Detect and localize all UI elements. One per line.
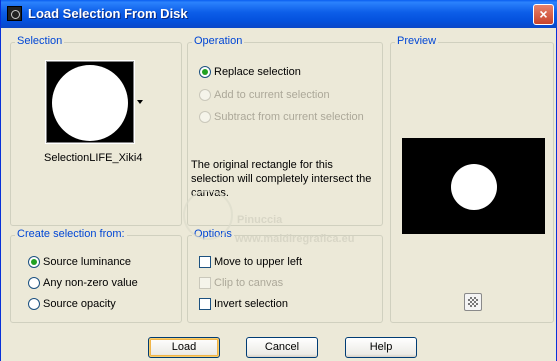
app-icon — [7, 6, 22, 21]
selection-name: SelectionLIFE_Xiki4 — [44, 152, 143, 164]
replace-selection-radio[interactable] — [199, 66, 211, 78]
replace-selection-label[interactable]: Replace selection — [214, 66, 301, 78]
close-button[interactable]: × — [533, 4, 554, 25]
add-to-selection-radio[interactable] — [199, 89, 211, 101]
load-button[interactable]: Load — [148, 337, 220, 358]
add-to-selection-label[interactable]: Add to current selection — [214, 89, 330, 101]
clip-to-canvas-checkbox[interactable] — [199, 277, 211, 289]
clip-to-canvas-label[interactable]: Clip to canvas — [214, 277, 283, 289]
create-from-group-label: Create selection from: — [15, 228, 127, 240]
title-bar[interactable]: Load Selection From Disk × — [1, 0, 557, 28]
help-button[interactable]: Help — [345, 337, 417, 358]
move-upper-left-label[interactable]: Move to upper left — [214, 256, 302, 268]
any-nonzero-radio[interactable] — [28, 277, 40, 289]
preview-group-label: Preview — [395, 35, 439, 47]
selection-thumbnail[interactable] — [45, 60, 135, 144]
subtract-selection-label[interactable]: Subtract from current selection — [214, 111, 364, 123]
source-luminance-radio[interactable] — [28, 256, 40, 268]
invert-selection-checkbox[interactable] — [199, 298, 211, 310]
preview-image — [402, 138, 545, 234]
window-title: Load Selection From Disk — [28, 6, 188, 21]
dialog-window: Load Selection From Disk × Selection Sel… — [0, 0, 557, 361]
source-luminance-label[interactable]: Source luminance — [43, 256, 131, 268]
selection-group-label: Selection — [15, 35, 65, 47]
cancel-button[interactable]: Cancel — [246, 337, 318, 358]
move-upper-left-checkbox[interactable] — [199, 256, 211, 268]
invert-selection-label[interactable]: Invert selection — [214, 298, 288, 310]
chevron-down-icon[interactable] — [137, 100, 143, 104]
source-opacity-radio[interactable] — [28, 298, 40, 310]
operation-group-label: Operation — [192, 35, 245, 47]
source-opacity-label[interactable]: Source opacity — [43, 298, 116, 310]
checkerboard-icon[interactable] — [464, 293, 482, 311]
subtract-selection-radio[interactable] — [199, 111, 211, 123]
thumbnail-circle — [52, 65, 128, 141]
preview-circle — [451, 164, 497, 210]
operation-info-text: The original rectangle for this selectio… — [191, 159, 372, 199]
any-nonzero-label[interactable]: Any non-zero value — [43, 277, 138, 289]
options-group-label: Options — [192, 228, 234, 240]
